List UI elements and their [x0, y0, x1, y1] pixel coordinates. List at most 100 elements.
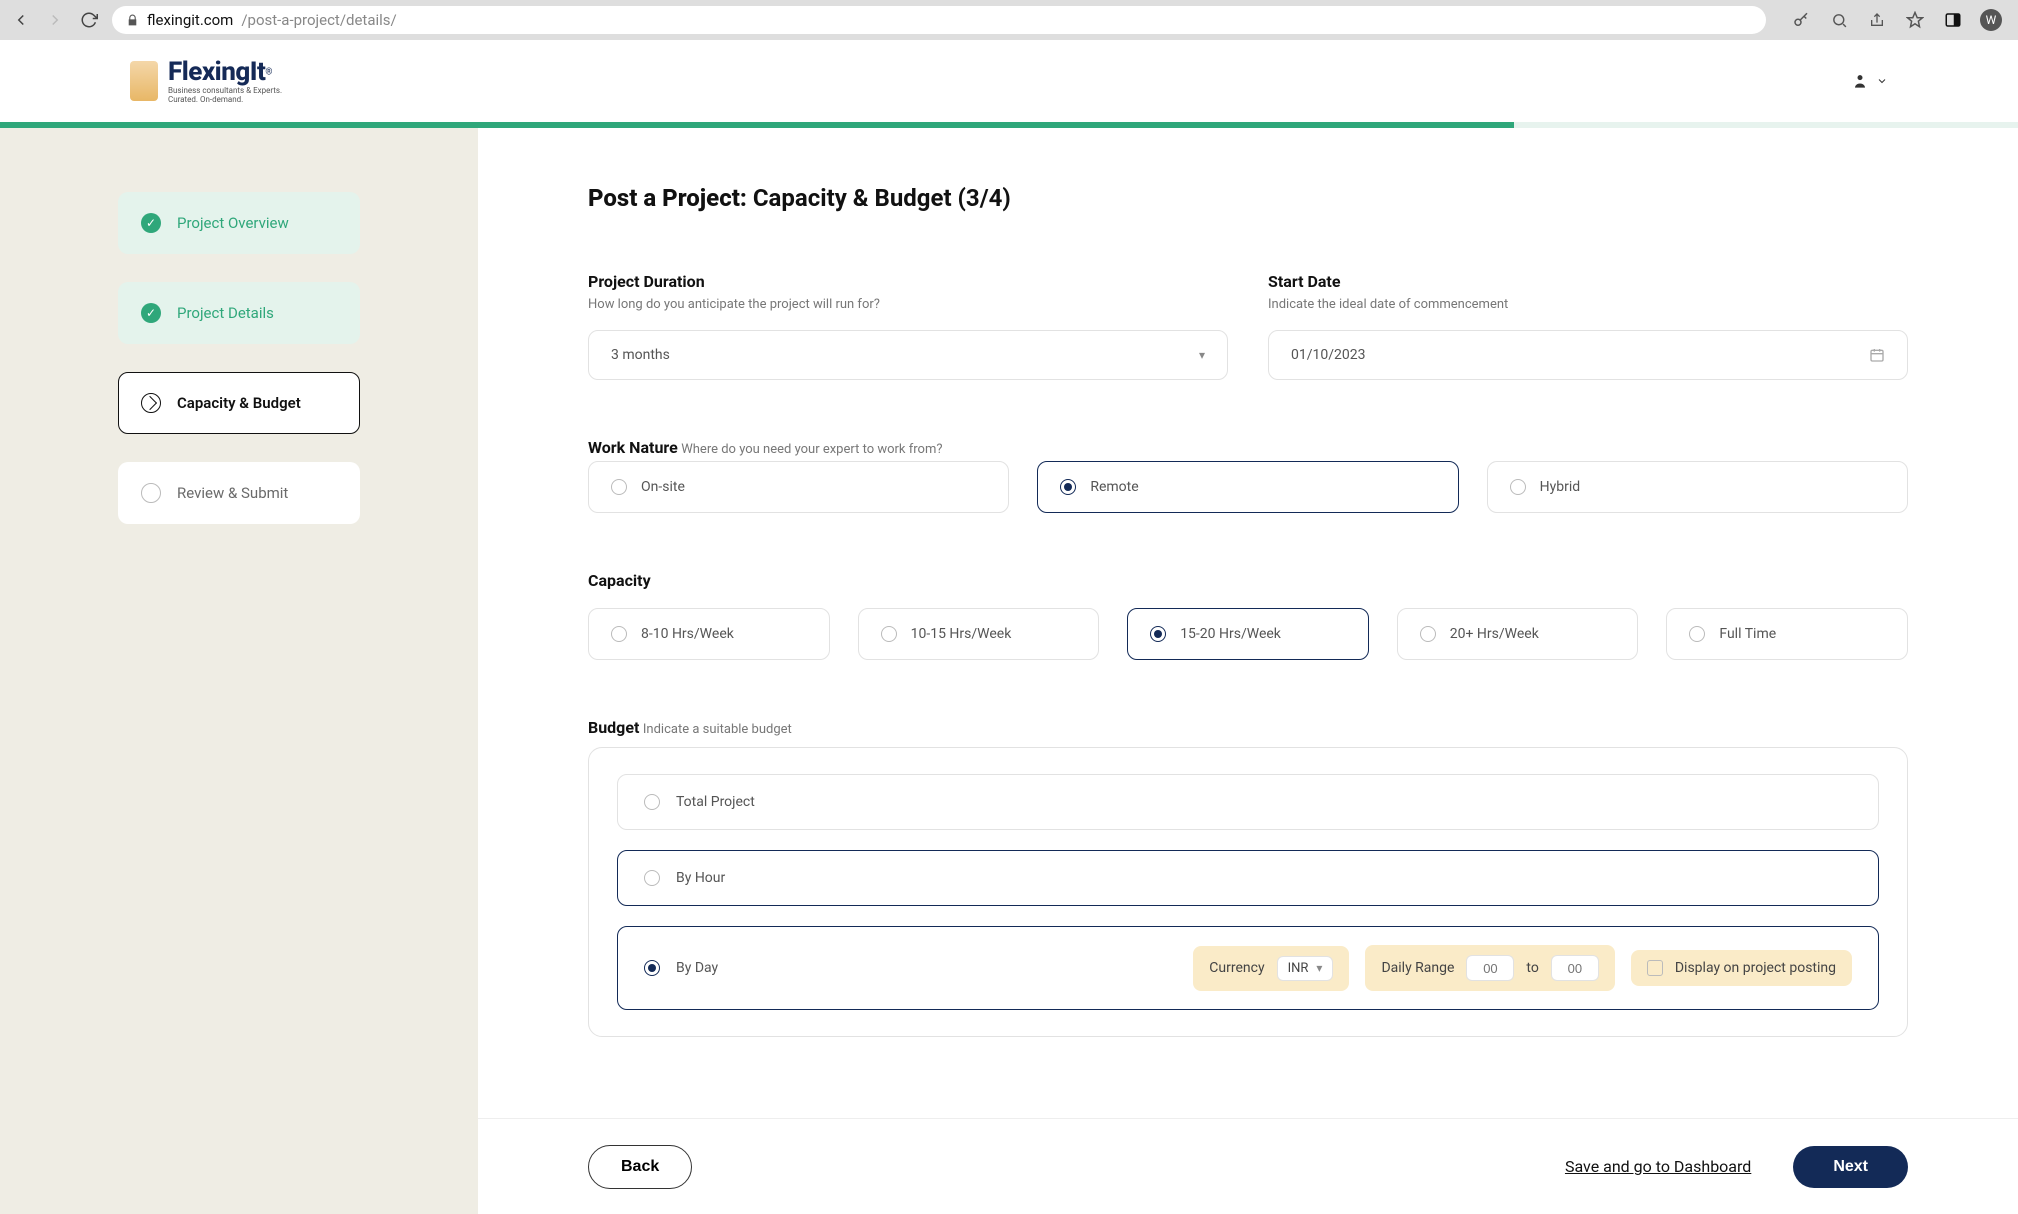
radio-icon [644, 960, 660, 976]
main-content: Post a Project: Capacity & Budget (3/4) … [478, 128, 2018, 1214]
user-icon [1850, 71, 1870, 91]
work-nature-label: Work Nature [588, 438, 678, 457]
display-checkbox[interactable] [1647, 960, 1663, 976]
budget-option-day[interactable]: By Day Currency INR ▾ Daily Range [617, 926, 1879, 1010]
display-label: Display on project posting [1675, 960, 1836, 976]
currency-pill: Currency INR ▾ [1193, 946, 1349, 991]
radio-icon [1420, 626, 1436, 642]
budget-option-hour[interactable]: By Hour [617, 850, 1879, 906]
option-label: 20+ Hrs/Week [1450, 626, 1539, 642]
step-label: Review & Submit [177, 484, 288, 502]
sidebar: ✓ Project Overview ✓ Project Details Cap… [0, 128, 478, 1214]
step-label: Project Overview [177, 214, 289, 232]
sidebar-step-details[interactable]: ✓ Project Details [118, 282, 360, 344]
budget-day-details: Currency INR ▾ Daily Range to [1193, 945, 1852, 991]
range-label: Daily Range [1381, 960, 1454, 976]
chevron-down-icon [1876, 75, 1888, 87]
capacity-option-10-15[interactable]: 10-15 Hrs/Week [858, 608, 1100, 660]
budget-help: Indicate a suitable budget [643, 722, 792, 737]
logo[interactable]: FlexingIt® Business consultants & Expert… [130, 57, 282, 105]
reload-icon[interactable] [78, 9, 100, 31]
next-button[interactable]: Next [1793, 1146, 1908, 1188]
browser-toolbar: flexingit.com/post-a-project/details/ W [0, 0, 2018, 40]
work-nature-option-hybrid[interactable]: Hybrid [1487, 461, 1908, 513]
option-label: 10-15 Hrs/Week [911, 626, 1012, 642]
radio-icon [644, 794, 660, 810]
logo-title: FlexingIt [168, 57, 265, 87]
page-title-bold: Post a Project: [588, 184, 747, 212]
radio-icon [1060, 479, 1076, 495]
logo-sup: ® [265, 68, 272, 78]
range-pill: Daily Range to [1365, 945, 1614, 991]
check-icon: ✓ [141, 213, 161, 233]
address-bar[interactable]: flexingit.com/post-a-project/details/ [112, 6, 1766, 34]
option-label: Remote [1090, 479, 1138, 495]
url-host: flexingit.com [147, 11, 233, 29]
page-title: Post a Project: Capacity & Budget (3/4) [588, 184, 1908, 212]
logo-mark-icon [130, 61, 158, 101]
page-title-rest: Capacity & Budget (3/4) [747, 184, 1011, 212]
save-dashboard-link[interactable]: Save and go to Dashboard [1565, 1157, 1751, 1176]
option-label: On-site [641, 479, 685, 495]
option-label: 15-20 Hrs/Week [1180, 626, 1281, 642]
currency-label: Currency [1209, 960, 1264, 976]
sidebar-step-review[interactable]: Review & Submit [118, 462, 360, 524]
star-icon[interactable] [1904, 9, 1926, 31]
form-footer: Back Save and go to Dashboard Next [478, 1118, 2018, 1214]
option-label: By Hour [676, 870, 725, 886]
budget-option-total[interactable]: Total Project [617, 774, 1879, 830]
work-nature-help: Where do you need your expert to work fr… [681, 442, 942, 457]
logo-subtitle-2: Curated. On-demand. [168, 96, 282, 105]
url-path: /post-a-project/details/ [241, 11, 396, 29]
range-to-input[interactable] [1551, 955, 1599, 981]
capacity-option-8-10[interactable]: 8-10 Hrs/Week [588, 608, 830, 660]
option-label: Hybrid [1540, 479, 1581, 495]
duration-select[interactable]: 3 months ▾ [588, 330, 1228, 380]
range-from-input[interactable] [1466, 955, 1514, 981]
app-header: FlexingIt® Business consultants & Expert… [0, 40, 2018, 122]
duration-value: 3 months [611, 347, 670, 363]
sidebar-step-capacity-budget[interactable]: Capacity & Budget [118, 372, 360, 434]
forward-icon[interactable] [44, 9, 66, 31]
panel-icon[interactable] [1942, 9, 1964, 31]
radio-icon [1689, 626, 1705, 642]
chevron-down-icon: ▾ [1199, 348, 1205, 362]
back-icon[interactable] [10, 9, 32, 31]
capacity-option-20plus[interactable]: 20+ Hrs/Week [1397, 608, 1639, 660]
lock-icon [126, 14, 139, 27]
chevron-down-icon: ▾ [1316, 961, 1322, 975]
browser-right-icons: W [1790, 9, 2002, 31]
back-button[interactable]: Back [588, 1145, 692, 1189]
capacity-option-fulltime[interactable]: Full Time [1666, 608, 1908, 660]
currency-select[interactable]: INR ▾ [1277, 956, 1334, 981]
step-label: Project Details [177, 304, 274, 322]
share-icon[interactable] [1866, 9, 1888, 31]
capacity-label: Capacity [588, 571, 651, 590]
profile-avatar[interactable]: W [1980, 9, 2002, 31]
budget-label: Budget [588, 718, 639, 737]
currency-value: INR [1288, 961, 1309, 976]
duration-help: How long do you anticipate the project w… [588, 297, 1228, 312]
start-date-input[interactable]: 01/10/2023 [1268, 330, 1908, 380]
display-pill: Display on project posting [1631, 950, 1852, 986]
option-label: Full Time [1719, 626, 1776, 642]
key-icon[interactable] [1790, 9, 1812, 31]
radio-icon [881, 626, 897, 642]
option-label: Total Project [676, 794, 755, 810]
radio-icon [644, 870, 660, 886]
check-icon: ✓ [141, 303, 161, 323]
sidebar-step-overview[interactable]: ✓ Project Overview [118, 192, 360, 254]
work-nature-option-remote[interactable]: Remote [1037, 461, 1458, 513]
start-date-help: Indicate the ideal date of commencement [1268, 297, 1908, 312]
radio-icon [611, 479, 627, 495]
radio-icon [1510, 479, 1526, 495]
capacity-option-15-20[interactable]: 15-20 Hrs/Week [1127, 608, 1369, 660]
calendar-icon [1869, 347, 1885, 363]
search-icon[interactable] [1828, 9, 1850, 31]
work-nature-option-onsite[interactable]: On-site [588, 461, 1009, 513]
radio-icon [1150, 626, 1166, 642]
option-label: 8-10 Hrs/Week [641, 626, 734, 642]
start-date-value: 01/10/2023 [1291, 347, 1366, 363]
user-menu[interactable] [1850, 71, 1888, 91]
step-label: Capacity & Budget [177, 394, 301, 412]
